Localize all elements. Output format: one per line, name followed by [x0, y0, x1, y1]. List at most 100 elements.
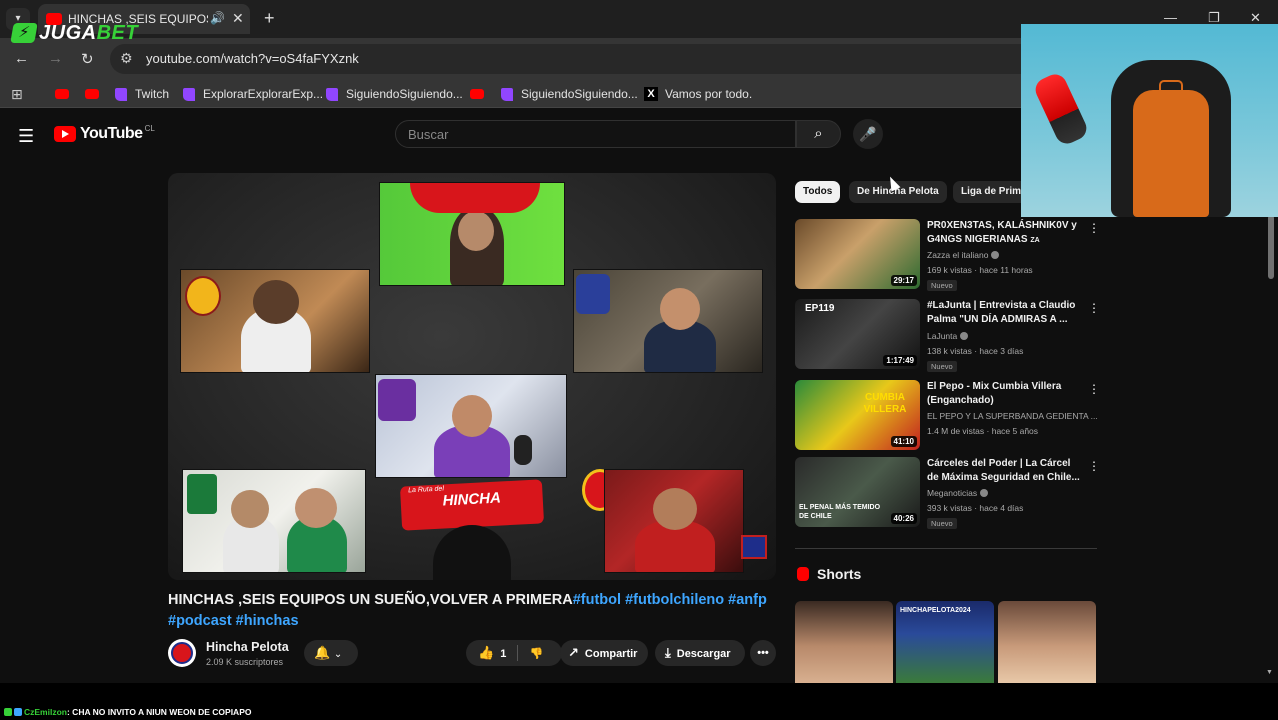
- recommended-video-title: El Pepo - Mix Cumbia Villera (Enganchado…: [927, 381, 1062, 406]
- bookmark-x[interactable]: X Vamos por todo.: [644, 86, 752, 102]
- video-feed-guest-3: [375, 374, 567, 478]
- minimize-icon[interactable]: —: [1164, 10, 1177, 25]
- channel-name[interactable]: Hincha Pelota: [206, 640, 289, 654]
- download-icon: ⤓: [665, 645, 671, 660]
- recommended-video-title: #LaJunta | Entrevista a Claudio Palma "U…: [927, 300, 1076, 325]
- voice-search-button[interactable]: 🎤: [853, 119, 883, 149]
- site-info-icon[interactable]: ⚙: [120, 50, 133, 67]
- more-vertical-icon[interactable]: ⋮: [1088, 221, 1100, 235]
- more-vertical-icon[interactable]: ⋮: [1088, 382, 1100, 396]
- twitch-icon: [501, 87, 513, 101]
- new-badge: Nuevo: [927, 280, 957, 291]
- more-vertical-icon[interactable]: ⋮: [1088, 459, 1100, 473]
- video-feed-guest-1: [180, 269, 370, 373]
- scroll-down-icon[interactable]: ▼: [1266, 669, 1273, 676]
- short-thumbnail[interactable]: HINCHAPELOTA2024: [896, 601, 994, 683]
- back-arrow-icon[interactable]: ←: [14, 50, 29, 67]
- bookmark-siguiendo-1[interactable]: SiguiendoSiguiendo...: [326, 86, 463, 102]
- verified-icon: [960, 332, 969, 340]
- short-thumbnail[interactable]: [795, 601, 893, 683]
- recommended-video[interactable]: EP119 1:17:49 #LaJunta | Entrevista a Cl…: [795, 299, 1100, 372]
- chip-todos[interactable]: Todos: [795, 181, 841, 203]
- share-button[interactable]: ↗ Compartir: [560, 640, 648, 666]
- bookmark-siguiendo-2[interactable]: SiguiendoSiguiendo...: [501, 86, 638, 102]
- thumbnail-text: EL PENAL MÁS TEMIDO DE CHILE: [799, 504, 881, 520]
- channel-avatar[interactable]: [168, 639, 196, 667]
- verified-icon: [980, 489, 989, 497]
- download-button[interactable]: ⤓ Descargar: [655, 640, 745, 666]
- recommended-channel[interactable]: Meganoticias: [927, 488, 989, 498]
- recommended-meta: 169 k vistas · hace 11 horas: [927, 265, 1033, 275]
- recommended-video-title: Cárceles del Poder | La Cárcel de Máxima…: [927, 458, 1080, 483]
- stream-chat-bar: CzEmilzon: CHA NO INVITO A NIUN WEON DE …: [0, 683, 1278, 720]
- recommended-meta: 393 k vistas · hace 4 días: [927, 503, 1024, 513]
- bookmark-explorar[interactable]: ExplorarExplorarExp...: [183, 86, 323, 102]
- close-tab-icon[interactable]: ✕: [232, 10, 244, 27]
- bookmark-youtube-3[interactable]: [470, 86, 492, 102]
- x-logo-icon: X: [644, 87, 658, 101]
- recommended-video[interactable]: CUMBIA VILLERA 41:10 El Pepo - Mix Cumbi…: [795, 380, 1100, 452]
- share-icon: ↗: [568, 645, 579, 660]
- shorts-icon: [797, 567, 809, 581]
- chair-logo-icon: [1159, 80, 1183, 98]
- microphone-icon: 🎤: [859, 126, 877, 142]
- recommended-video[interactable]: 29:17 PR0XEN3TAS, KALÁSHNIK0V y G4NGS NI…: [795, 219, 1100, 291]
- bookmark-youtube-1[interactable]: [55, 86, 77, 102]
- jugabet-text-part1: JUGA: [39, 21, 97, 44]
- club-crest-icon: [378, 379, 416, 421]
- jugabet-logo: ⚡ JUGABET: [10, 21, 138, 44]
- dislike-icon[interactable]: 👎: [529, 648, 543, 660]
- subscription-bell-button[interactable]: 🔔 ⌄: [304, 640, 358, 666]
- recommended-meta: 1.4 M de vistas · hace 5 años: [927, 426, 1039, 436]
- recommended-channel[interactable]: LaJunta: [927, 331, 969, 341]
- verified-icon: [991, 251, 1000, 259]
- bookmark-youtube-2[interactable]: [85, 86, 107, 102]
- reload-icon[interactable]: ↻: [81, 50, 94, 68]
- video-thumbnail[interactable]: CUMBIA VILLERA 41:10: [795, 380, 920, 450]
- video-thumbnail[interactable]: EP119 1:17:49: [795, 299, 920, 369]
- recommended-channel[interactable]: Zazza el italiano: [927, 250, 1000, 260]
- like-count[interactable]: 1: [500, 648, 506, 660]
- bookmark-twitch[interactable]: Twitch: [115, 86, 169, 102]
- twitch-icon: [115, 87, 127, 101]
- video-duration: 40:26: [890, 513, 917, 524]
- new-tab-icon[interactable]: +: [264, 8, 275, 29]
- new-badge: Nuevo: [927, 518, 957, 529]
- youtube-logo[interactable]: YouTube CL: [54, 123, 155, 143]
- video-player[interactable]: La Ruta del HINCHA: [168, 173, 776, 580]
- la-ruta-del-hincha-banner: La Ruta del HINCHA: [399, 479, 545, 531]
- chat-message: CzEmilzon: CHA NO INVITO A NIUN WEON DE …: [4, 707, 251, 717]
- chip-liga-de-primera[interactable]: Liga de Prim: [953, 181, 1030, 203]
- short-thumbnail[interactable]: [998, 601, 1096, 683]
- forward-arrow-icon[interactable]: →: [48, 50, 63, 67]
- menu-icon[interactable]: ☰: [18, 126, 34, 147]
- youtube-icon: [55, 89, 69, 99]
- silhouette-graphic: [433, 525, 511, 580]
- thumbnail-text: CUMBIA VILLERA: [863, 392, 907, 415]
- recommended-channel[interactable]: EL PEPO Y LA SUPERBANDA GEDIENTA ...: [927, 411, 1098, 421]
- search-placeholder: Buscar: [408, 127, 449, 142]
- apps-grid-icon[interactable]: ⊞: [11, 86, 23, 103]
- more-horizontal-icon: •••: [757, 647, 769, 659]
- video-thumbnail[interactable]: 29:17: [795, 219, 920, 289]
- more-vertical-icon[interactable]: ⋮: [1088, 301, 1100, 315]
- video-feed-guest-5: [604, 469, 744, 573]
- microphone-icon: [1031, 70, 1091, 148]
- twitch-icon: [326, 87, 338, 101]
- gaming-chair: [1111, 60, 1231, 217]
- club-crest-icon: [187, 474, 217, 514]
- video-thumbnail[interactable]: EL PENAL MÁS TEMIDO DE CHILE 40:26: [795, 457, 920, 527]
- search-input[interactable]: Buscar: [395, 120, 796, 148]
- recommended-video[interactable]: EL PENAL MÁS TEMIDO DE CHILE 40:26 Cárce…: [795, 457, 1100, 529]
- video-duration: 41:10: [890, 436, 917, 447]
- region-code: CL: [144, 123, 155, 133]
- new-badge: Nuevo: [927, 361, 957, 372]
- page-scrollbar[interactable]: [1268, 215, 1274, 279]
- shorts-header: Shorts: [797, 566, 861, 582]
- bell-icon: 🔔: [314, 645, 331, 660]
- like-icon[interactable]: 👍: [478, 640, 494, 666]
- youtube-play-icon: [54, 126, 76, 142]
- more-actions-button[interactable]: •••: [750, 640, 776, 666]
- speaker-icon[interactable]: 🔊: [210, 11, 225, 25]
- search-button[interactable]: ⌕: [796, 120, 841, 148]
